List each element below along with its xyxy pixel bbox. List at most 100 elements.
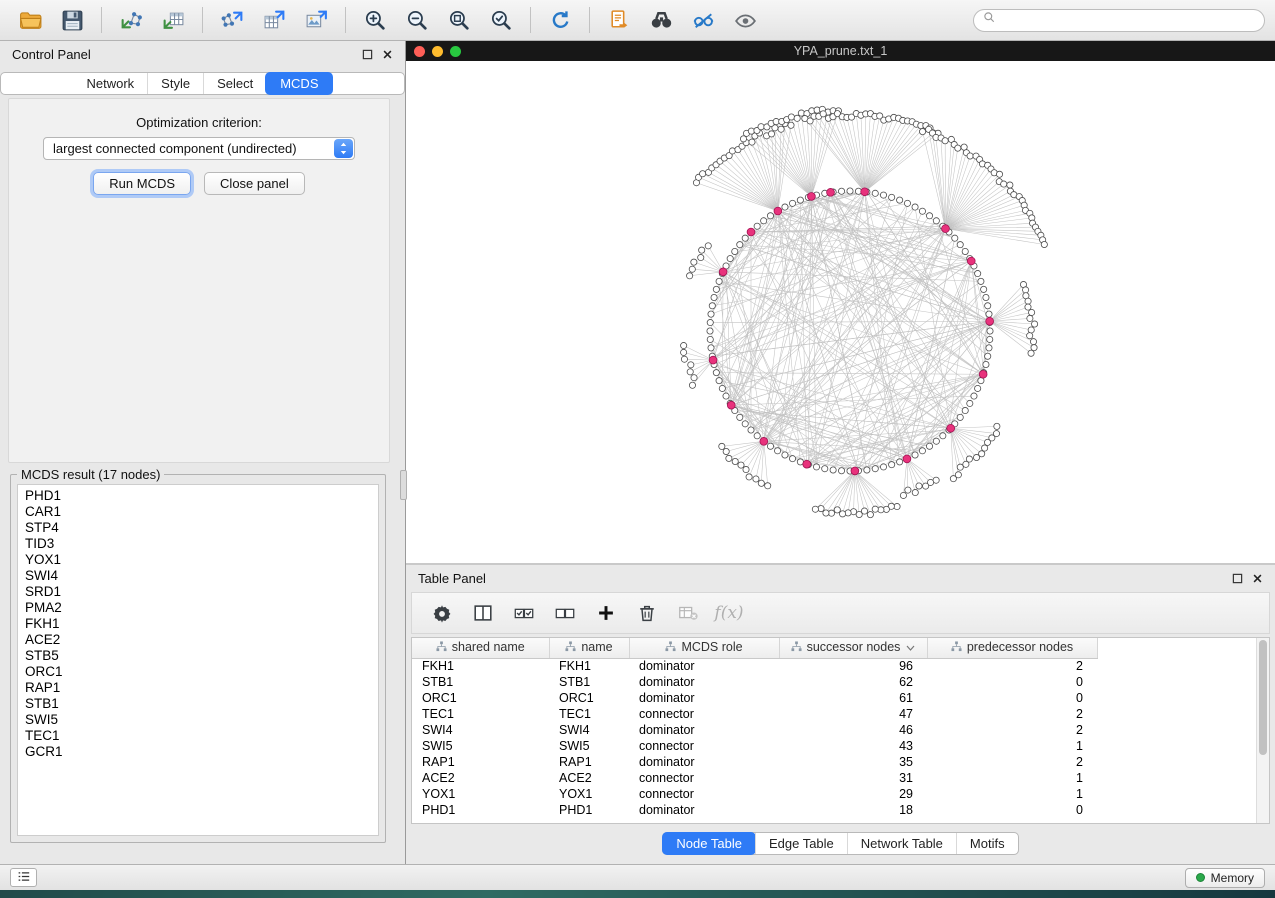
export-network-button[interactable] [212,3,252,37]
table-cell[interactable]: dominator [629,754,779,770]
table-cell[interactable]: 96 [779,658,927,674]
table-row[interactable]: SWI5SWI5connector431 [412,738,1097,754]
mcds-result-item[interactable]: GCR1 [25,744,378,760]
column-header-name[interactable]: name [549,638,629,658]
mcds-result-item[interactable]: ACE2 [25,632,378,648]
find-button[interactable] [641,3,681,37]
mcds-result-item[interactable]: ORC1 [25,664,378,680]
search-box[interactable] [973,9,1265,32]
add-row-button[interactable] [590,597,622,629]
open-file-button[interactable] [10,3,50,37]
table-cell[interactable]: connector [629,706,779,722]
table-cell[interactable]: 31 [779,770,927,786]
window-minimize-icon[interactable] [432,46,443,57]
table-row[interactable]: FKH1FKH1dominator962 [412,658,1097,674]
table-cell[interactable]: FKH1 [549,658,629,674]
table-cell[interactable]: STB1 [412,674,549,690]
mcds-result-item[interactable]: PHD1 [25,488,378,504]
table-cell[interactable]: dominator [629,674,779,690]
optimization-criterion-dropdown[interactable]: largest connected component (undirected) [43,137,355,160]
share-document-button[interactable] [599,3,639,37]
table-cell[interactable]: 2 [927,706,1097,722]
show-details-button[interactable] [725,3,765,37]
table-cell[interactable]: 29 [779,786,927,802]
table-cell[interactable]: 18 [779,802,927,818]
table-cell[interactable]: 61 [779,690,927,706]
hide-details-button[interactable] [683,3,723,37]
delete-row-button[interactable] [631,597,663,629]
table-cell[interactable]: 0 [927,690,1097,706]
table-cell[interactable]: PHD1 [549,802,629,818]
search-input[interactable] [1001,13,1255,28]
column-header-successor-nodes[interactable]: successor nodes [779,638,927,658]
deselect-all-button[interactable] [549,597,581,629]
table-scrollbar[interactable] [1256,638,1269,823]
float-table-panel-icon[interactable] [1232,573,1243,584]
mcds-result-item[interactable]: STB5 [25,648,378,664]
memory-button[interactable]: Memory [1185,868,1265,888]
table-cell[interactable]: 46 [779,722,927,738]
tab-select[interactable]: Select [203,73,266,94]
table-row[interactable]: ORC1ORC1dominator610 [412,690,1097,706]
mcds-result-item[interactable]: CAR1 [25,504,378,520]
table-cell[interactable]: TEC1 [412,706,549,722]
table-cell[interactable]: RAP1 [549,754,629,770]
show-panels-button[interactable] [10,868,37,887]
table-row[interactable]: RAP1RAP1dominator352 [412,754,1097,770]
column-header-shared-name[interactable]: shared name [412,638,549,658]
table-cell[interactable]: ACE2 [549,770,629,786]
table-cell[interactable]: 2 [927,754,1097,770]
mcds-result-item[interactable]: FKH1 [25,616,378,632]
table-cell[interactable]: 0 [927,674,1097,690]
close-mcds-panel-button[interactable]: Close panel [204,172,305,195]
table-row[interactable]: TEC1TEC1connector472 [412,706,1097,722]
tab-edge-table[interactable]: Edge Table [755,833,847,854]
mcds-result-item[interactable]: SWI4 [25,568,378,584]
mcds-result-item[interactable]: RAP1 [25,680,378,696]
tab-network-table[interactable]: Network Table [847,833,956,854]
column-header-predecessor-nodes[interactable]: predecessor nodes [927,638,1097,658]
tab-motifs[interactable]: Motifs [956,833,1018,854]
float-panel-icon[interactable] [362,49,373,60]
zoom-fit-button[interactable] [439,3,479,37]
table-cell[interactable]: connector [629,738,779,754]
table-cell[interactable]: dominator [629,658,779,674]
table-cell[interactable]: ACE2 [412,770,549,786]
zoom-in-button[interactable] [355,3,395,37]
import-table-button[interactable] [153,3,193,37]
settings-gear-button[interactable] [426,597,458,629]
zoom-out-button[interactable] [397,3,437,37]
table-cell[interactable]: ORC1 [412,690,549,706]
tab-node-table[interactable]: Node Table [662,832,756,855]
table-row[interactable]: YOX1YOX1connector291 [412,786,1097,802]
mcds-result-item[interactable]: SRD1 [25,584,378,600]
column-header-mcds-role[interactable]: MCDS role [629,638,779,658]
table-cell[interactable]: YOX1 [549,786,629,802]
tab-style[interactable]: Style [147,73,203,94]
table-row[interactable]: ACE2ACE2connector311 [412,770,1097,786]
table-cell[interactable]: 47 [779,706,927,722]
tab-mcds[interactable]: MCDS [265,72,332,95]
table-cell[interactable]: STB1 [549,674,629,690]
tab-network[interactable]: Network [73,73,147,94]
select-all-button[interactable] [508,597,540,629]
table-cell[interactable]: 2 [927,722,1097,738]
table-cell[interactable]: 0 [927,802,1097,818]
zoom-selected-button[interactable] [481,3,521,37]
refresh-button[interactable] [540,3,580,37]
window-close-icon[interactable] [414,46,425,57]
table-cell[interactable]: dominator [629,722,779,738]
table-cell[interactable]: connector [629,770,779,786]
table-cell[interactable]: SWI4 [549,722,629,738]
mcds-result-item[interactable]: PMA2 [25,600,378,616]
table-cell[interactable]: RAP1 [412,754,549,770]
mcds-result-item[interactable]: TEC1 [25,728,378,744]
save-session-button[interactable] [52,3,92,37]
mcds-result-item[interactable]: STP4 [25,520,378,536]
table-row[interactable]: SWI4SWI4dominator462 [412,722,1097,738]
window-maximize-icon[interactable] [450,46,461,57]
table-cell[interactable]: 35 [779,754,927,770]
table-cell[interactable]: SWI5 [549,738,629,754]
table-cell[interactable]: PHD1 [412,802,549,818]
panel-splitter[interactable] [400,470,407,500]
